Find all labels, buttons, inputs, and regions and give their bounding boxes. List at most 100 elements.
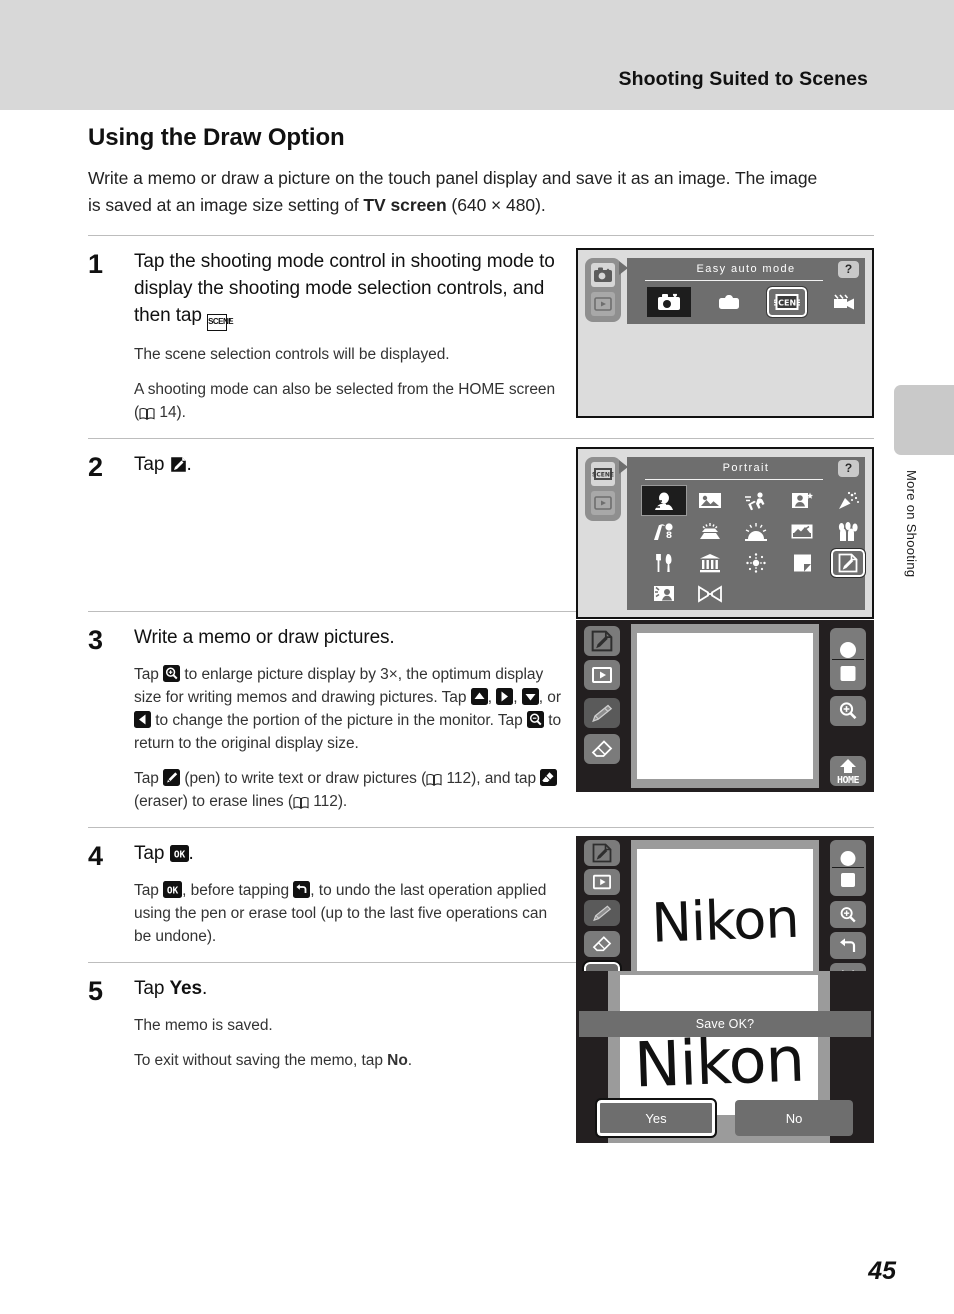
pen-tool-icon[interactable] [584, 900, 620, 926]
step-3-desc-1: Tap to enlarge picture display by 3×, th… [134, 663, 564, 755]
s3-t5: , or [538, 689, 561, 706]
s3-ref1: 112 [446, 770, 472, 787]
step-5-number: 5 [88, 976, 104, 1006]
step-5-desc-1: The memo is saved. [134, 1017, 273, 1034]
s4-t1: Tap [134, 843, 170, 864]
page-title: Using the Draw Option [88, 124, 345, 151]
step-2-heading-text: Tap [134, 454, 170, 475]
page-content: Using the Draw Option Write a memo or dr… [88, 124, 874, 1143]
eraser-tool-icon[interactable] [584, 931, 620, 957]
museum-scene-icon[interactable] [688, 548, 732, 577]
shooting-mode-icon[interactable] [591, 263, 615, 287]
draw-canvas-area[interactable] [631, 624, 819, 788]
zoom-in-icon[interactable] [830, 901, 866, 928]
draw-mode-icon[interactable] [584, 626, 620, 656]
close-up-scene-icon[interactable] [826, 517, 870, 546]
record-dot-icon[interactable] [840, 642, 856, 658]
ok-icon: OK [163, 881, 183, 898]
running-head: Shooting Suited to Scenes [618, 68, 868, 90]
record-stop-group[interactable] [830, 628, 866, 690]
step-2: 2 Tap . SCENE Portrait ? 8 [88, 439, 874, 619]
beach-scene-icon[interactable]: 8 [642, 517, 686, 546]
landscape-scene-icon[interactable] [688, 486, 732, 515]
s4-t2: . [188, 843, 194, 864]
playback-mode-icon[interactable] [591, 491, 615, 515]
arrow-right-glyph-icon [496, 688, 514, 705]
s5-u2: . [407, 1052, 412, 1069]
svg-text:SCENE: SCENE [592, 472, 614, 479]
pen-tool-icon[interactable] [584, 698, 620, 728]
arrow-down-glyph-icon [521, 688, 539, 705]
snow-scene-icon[interactable] [688, 517, 732, 546]
record-dot-icon[interactable] [840, 851, 856, 866]
yes-button[interactable]: Yes [595, 1098, 717, 1138]
undo-glyph-icon [293, 881, 311, 898]
s5-u1: To exit without saving the memo, tap [134, 1052, 388, 1069]
draw-left-toolbar [581, 624, 623, 788]
draw-mode-icon[interactable] [584, 840, 620, 866]
svg-text:8: 8 [666, 531, 672, 541]
record-stop-icon[interactable] [841, 873, 855, 887]
panel-divider [645, 479, 823, 480]
step-3: 3 Write a memo or draw pictures. Tap to … [88, 612, 874, 827]
easy-auto-mode-icon[interactable] [647, 287, 691, 317]
intro-text-2: (640 × 480). [446, 195, 546, 215]
help-button[interactable]: ? [838, 261, 859, 278]
zoom-in-icon[interactable] [830, 696, 866, 726]
intro-paragraph: Write a memo or draw a picture on the to… [88, 165, 828, 219]
step-1-number: 1 [88, 249, 104, 279]
step-2-heading: Tap . [134, 451, 564, 478]
no-button[interactable]: No [735, 1100, 853, 1136]
s3-u5: ). [337, 793, 348, 810]
sports-scene-icon[interactable] [734, 486, 778, 515]
confirm-button-row: Yes No [580, 1098, 870, 1138]
step-1-desc-2: A shooting mode can also be selected fro… [134, 378, 564, 424]
record-stop-group[interactable] [830, 840, 866, 896]
scene-mode-icon[interactable]: SCENE [591, 462, 615, 486]
save-prompt-bar: Save OK? [579, 1011, 871, 1037]
scene-icon: SCENE [207, 314, 234, 331]
s3-u3: ), and tap [471, 770, 541, 787]
dusk-dawn-scene-icon[interactable] [780, 517, 824, 546]
confirm-canvas: Nikon [620, 975, 818, 1115]
step-2-number: 2 [88, 452, 104, 482]
draw-canvas[interactable] [637, 633, 813, 779]
eraser-tool-icon[interactable] [584, 734, 620, 764]
s4-u2: , before tapping [182, 882, 294, 899]
night-portrait-scene-icon[interactable] [780, 486, 824, 515]
auto-mode-icon[interactable] [707, 287, 751, 317]
panorama-scene-icon[interactable] [688, 579, 732, 608]
fireworks-scene-icon[interactable] [734, 548, 778, 577]
playback-mode-icon[interactable] [584, 869, 620, 895]
sunset-scene-icon[interactable] [734, 517, 778, 546]
backlight-scene-icon[interactable] [642, 579, 686, 608]
s3-t1: Tap [134, 666, 164, 683]
ok-icon: OK [169, 845, 189, 862]
home-button-icon[interactable]: HOME [830, 756, 866, 786]
scene-mode-icon[interactable]: SCENE [766, 286, 808, 318]
screen-scene-select: SCENE Portrait ? 8 [576, 447, 874, 619]
movie-mode-icon[interactable] [823, 287, 867, 317]
s3-u1: Tap [134, 770, 164, 787]
s5-no: No [387, 1052, 408, 1069]
help-button[interactable]: ? [838, 460, 859, 477]
s5-t1: Tap [134, 978, 170, 999]
record-stop-icon[interactable] [840, 666, 856, 681]
step-5-desc-2: To exit without saving the memo, tap No. [134, 1049, 564, 1072]
scene-icon-grid: 8 [641, 485, 866, 609]
step-4-number: 4 [88, 841, 104, 871]
draw-right-toolbar: HOME [827, 624, 869, 788]
copy-scene-icon[interactable] [780, 548, 824, 577]
playback-mode-icon[interactable] [591, 292, 615, 316]
food-scene-icon[interactable] [642, 548, 686, 577]
playback-mode-icon[interactable] [584, 660, 620, 690]
portrait-scene-icon[interactable] [641, 485, 687, 516]
party-indoor-scene-icon[interactable] [826, 486, 870, 515]
svg-text:OK: OK [173, 850, 185, 861]
draw-scene-icon[interactable] [830, 547, 866, 578]
step-3-heading: Write a memo or draw pictures. [134, 627, 395, 648]
undo-icon[interactable] [830, 932, 866, 959]
pen-glyph-icon [163, 769, 181, 786]
s3-ref2: 112 [313, 793, 338, 810]
step-4: 4 Tap OK. Tap OK, before tapping , to un… [88, 828, 874, 1008]
